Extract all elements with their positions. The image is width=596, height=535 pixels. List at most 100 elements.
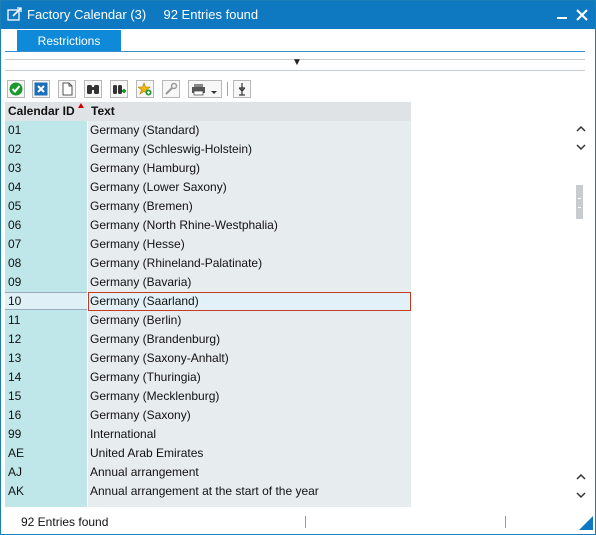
- table-row[interactable]: 10 Germany (Saarland): [5, 292, 411, 311]
- dialog-icon: [7, 7, 23, 23]
- ok-icon[interactable]: [7, 80, 25, 98]
- calendar-id-cell[interactable]: 10: [8, 294, 21, 308]
- calendar-id-cell[interactable]: 05: [8, 199, 21, 213]
- table-row[interactable]: 05 Germany (Bremen): [5, 197, 411, 216]
- scroll-page-up-icon[interactable]: [573, 469, 589, 485]
- table-row[interactable]: 08 Germany (Rhineland-Palatinate): [5, 254, 411, 273]
- calendar-id-cell[interactable]: 07: [8, 237, 21, 251]
- calendar-id-cell[interactable]: 09: [8, 275, 21, 289]
- calendar-id-cell[interactable]: 14: [8, 370, 21, 384]
- calendar-text-cell[interactable]: Annual arrangement: [90, 465, 199, 479]
- table-row[interactable]: 06 Germany (North Rhine-Westphalia): [5, 216, 411, 235]
- table-row[interactable]: 01 Germany (Standard): [5, 121, 411, 140]
- vertical-scrollbar[interactable]: [573, 121, 589, 507]
- dialog-title: Factory Calendar (3) 92 Entries found: [27, 7, 258, 23]
- table-row[interactable]: 13 Germany (Saxony-Anhalt): [5, 349, 411, 368]
- scroll-down-icon[interactable]: [573, 139, 589, 155]
- value-help-dialog: Factory Calendar (3) 92 Entries found Re…: [0, 0, 596, 535]
- cancel-icon[interactable]: [32, 80, 50, 98]
- results-table: Calendar ID Text 01 Germany (Standard) 02 G…: [5, 102, 411, 507]
- status-separator: [505, 516, 506, 528]
- calendar-id-cell[interactable]: 02: [8, 142, 21, 156]
- status-separator: [305, 516, 306, 528]
- toolbar-separator: [227, 82, 228, 96]
- calendar-id-cell[interactable]: 01: [8, 123, 21, 137]
- calendar-id-cell[interactable]: AK: [8, 484, 24, 498]
- title-bar: Factory Calendar (3) 92 Entries found: [1, 1, 595, 29]
- calendar-text-cell[interactable]: Germany (Thuringia): [90, 370, 201, 384]
- table-row[interactable]: 04 Germany (Lower Saxony): [5, 178, 411, 197]
- calendar-text-cell[interactable]: Germany (Saxony): [90, 408, 191, 422]
- calendar-text-cell[interactable]: Germany (Bremen): [90, 199, 193, 213]
- table-body: 01 Germany (Standard) 02 Germany (Schleswig…: [5, 121, 411, 507]
- calendar-id-cell[interactable]: 08: [8, 256, 21, 270]
- calendar-id-cell[interactable]: AE: [8, 446, 24, 460]
- table-header: Calendar ID Text: [5, 102, 411, 121]
- calendar-text-cell[interactable]: Germany (Berlin): [90, 313, 181, 327]
- add-favorite-icon[interactable]: [136, 80, 154, 98]
- table-row[interactable]: 09 Germany (Bavaria): [5, 273, 411, 292]
- calendar-text-cell[interactable]: Germany (Saarland): [90, 294, 199, 308]
- tab-divider: [5, 51, 585, 52]
- scrollbar-thumb[interactable]: [576, 185, 583, 219]
- calendar-text-cell[interactable]: Germany (Lower Saxony): [90, 180, 227, 194]
- table-row[interactable]: 14 Germany (Thuringia): [5, 368, 411, 387]
- calendar-text-cell[interactable]: Germany (Hamburg): [90, 161, 200, 175]
- calendar-text-cell[interactable]: Germany (Mecklenburg): [90, 389, 219, 403]
- table-row[interactable]: 15 Germany (Mecklenburg): [5, 387, 411, 406]
- calendar-id-cell[interactable]: 03: [8, 161, 21, 175]
- find-next-icon[interactable]: [110, 80, 128, 98]
- close-icon[interactable]: [573, 6, 591, 24]
- calendar-id-cell[interactable]: 16: [8, 408, 21, 422]
- table-row[interactable]: 02 Germany (Schleswig-Holstein): [5, 140, 411, 159]
- status-text: 92 Entries found: [21, 515, 109, 529]
- calendar-text-cell[interactable]: Germany (Schleswig-Holstein): [90, 142, 252, 156]
- table-row[interactable]: AE United Arab Emirates: [5, 444, 411, 463]
- calendar-id-cell[interactable]: 11: [8, 313, 20, 327]
- calendar-text-cell[interactable]: Germany (Standard): [90, 123, 199, 137]
- table-row[interactable]: 12 Germany (Brandenburg): [5, 330, 411, 349]
- table-row[interactable]: 03 Germany (Hamburg): [5, 159, 411, 178]
- calendar-text-cell[interactable]: United Arab Emirates: [90, 446, 203, 460]
- column-header-text[interactable]: Text: [88, 102, 411, 121]
- table-row[interactable]: 99 International: [5, 425, 411, 444]
- new-doc-icon[interactable]: [58, 80, 76, 98]
- calendar-text-cell[interactable]: Germany (North Rhine-Westphalia): [90, 218, 278, 232]
- calendar-id-cell[interactable]: 04: [8, 180, 21, 194]
- title-entry-count: 92 Entries found: [163, 7, 259, 22]
- sort-icon[interactable]: [233, 80, 251, 98]
- table-row[interactable]: 16 Germany (Saxony): [5, 406, 411, 425]
- tab-restrictions[interactable]: Restrictions: [17, 30, 121, 52]
- calendar-text-cell[interactable]: International: [90, 427, 156, 441]
- table-row[interactable]: 07 Germany (Hesse): [5, 235, 411, 254]
- toolbar: [5, 79, 585, 99]
- find-icon[interactable]: [84, 80, 102, 98]
- minimize-icon[interactable]: [553, 6, 571, 24]
- scroll-page-down-icon[interactable]: [573, 487, 589, 503]
- print-icon[interactable]: [188, 80, 222, 98]
- column-header-label: Text: [91, 104, 115, 118]
- table-row[interactable]: AK Annual arrangement at the start of the…: [5, 482, 411, 501]
- column-header-label: Calendar ID: [8, 104, 75, 118]
- table-row[interactable]: AJ Annual arrangement: [5, 463, 411, 482]
- personalize-icon[interactable]: [162, 80, 180, 98]
- column-header-calendar-id[interactable]: Calendar ID: [5, 102, 87, 121]
- title-label: Factory Calendar (3): [27, 7, 147, 22]
- calendar-id-cell[interactable]: 13: [8, 351, 21, 365]
- restrictions-toggle[interactable]: ▼: [5, 57, 585, 71]
- calendar-text-cell[interactable]: Annual arrangement at the start of the y…: [90, 484, 319, 498]
- calendar-id-cell[interactable]: 06: [8, 218, 21, 232]
- calendar-text-cell[interactable]: Germany (Bavaria): [90, 275, 191, 289]
- calendar-id-cell[interactable]: 15: [8, 389, 21, 403]
- calendar-id-cell[interactable]: AJ: [8, 465, 22, 479]
- calendar-text-cell[interactable]: Germany (Hesse): [90, 237, 185, 251]
- resize-grip-icon[interactable]: [579, 516, 593, 530]
- calendar-id-cell[interactable]: 12: [8, 332, 21, 346]
- calendar-text-cell[interactable]: Germany (Rhineland-Palatinate): [90, 256, 262, 270]
- calendar-text-cell[interactable]: Germany (Saxony-Anhalt): [90, 351, 229, 365]
- calendar-id-cell[interactable]: 99: [8, 427, 21, 441]
- table-row[interactable]: 11 Germany (Berlin): [5, 311, 411, 330]
- scroll-up-icon[interactable]: [573, 121, 589, 137]
- calendar-text-cell[interactable]: Germany (Brandenburg): [90, 332, 220, 346]
- sort-ascending-icon: [78, 103, 84, 108]
